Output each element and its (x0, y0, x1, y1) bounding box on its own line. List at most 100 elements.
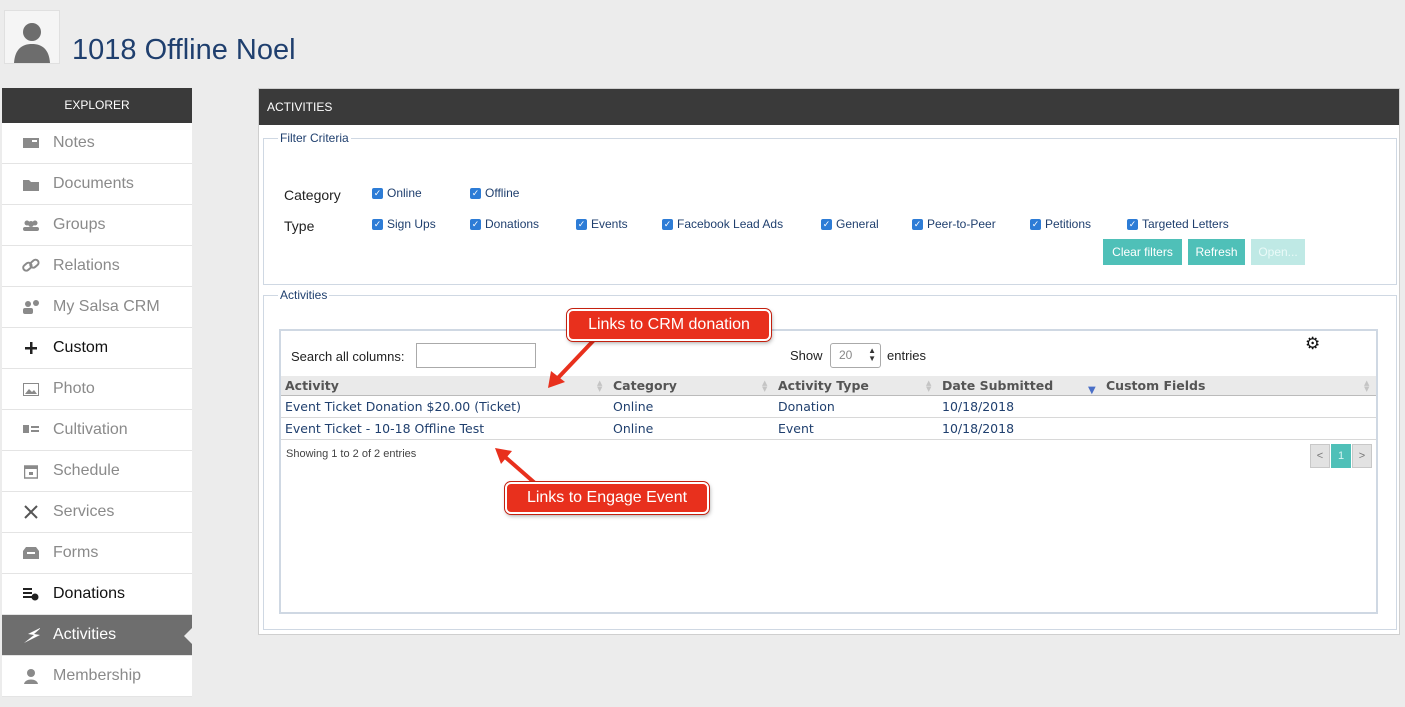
sidebar-item-relations[interactable]: Relations (2, 246, 192, 287)
pager-next-button[interactable]: > (1352, 444, 1372, 468)
search-label: Search all columns: (291, 349, 405, 364)
checkbox-offline[interactable]: ✓ Offline (470, 186, 519, 200)
sidebar-item-label: Activities (53, 626, 117, 643)
checkbox-petitions[interactable]: ✓ Petitions (1030, 217, 1091, 231)
clear-filters-button[interactable]: Clear filters (1103, 239, 1182, 265)
filter-criteria: Filter Criteria Category Type ✓ Online ✓ O… (263, 131, 1397, 285)
check-icon: ✓ (912, 218, 923, 230)
groups-icon (22, 216, 40, 234)
open-button[interactable]: Open... (1251, 239, 1305, 265)
check-icon: ✓ (372, 218, 383, 230)
cell-activity-type: Event (778, 421, 814, 436)
activity-link[interactable]: Event Ticket - 10-18 Offline Test (281, 418, 484, 440)
search-input[interactable] (416, 343, 536, 368)
cell-date-submitted: 10/18/2018 (942, 399, 1015, 414)
page-size-value: 20 (839, 348, 853, 362)
column-activity-type[interactable]: Activity Type ▲ ▼ (774, 376, 938, 396)
sidebar-item-documents[interactable]: Documents (2, 164, 192, 205)
plus-icon (22, 339, 40, 357)
checkbox-peer-to-peer[interactable]: ✓ Peer-to-Peer (912, 217, 996, 231)
type-label: Type (284, 218, 315, 234)
column-date-submitted[interactable]: Date Submitted ▼ (938, 376, 1102, 396)
check-icon: ✓ (1030, 218, 1041, 230)
sidebar-item-forms[interactable]: Forms (2, 533, 192, 574)
sidebar-item-donations[interactable]: Donations (2, 574, 192, 615)
checkbox-targeted-letters[interactable]: ✓ Targeted Letters (1127, 217, 1229, 231)
cell-custom-fields (1102, 418, 1106, 440)
activities-table-wrapper: Search all columns: Show 20 ▲ ▼ entries ⚙… (279, 329, 1378, 614)
activities-legend: Activities (280, 288, 328, 302)
sidebar-item-label: Custom (53, 339, 109, 356)
sidebar-item-label: Schedule (53, 462, 120, 479)
sort-icon: ▲ ▼ (597, 379, 603, 393)
checkbox-facebook-lead-ads[interactable]: ✓ Facebook Lead Ads (662, 217, 783, 231)
callout-engage-event: Links to Engage Event (505, 482, 709, 514)
entries-label: entries (887, 348, 927, 363)
sidebar-item-activities[interactable]: Activities (2, 615, 193, 656)
check-icon: ✓ (576, 218, 587, 230)
table-row: Event Ticket Donation $20.00 (Ticket) On… (281, 396, 1376, 418)
filter-legend: Filter Criteria (280, 131, 349, 145)
sidebar-item-label: Donations (53, 585, 126, 602)
check-icon: ✓ (470, 187, 481, 199)
cell-category: Online (613, 421, 654, 436)
photo-icon (22, 380, 40, 398)
sidebar-item-schedule[interactable]: Schedule (2, 451, 192, 492)
gear-icon[interactable]: ⚙ (1305, 334, 1320, 354)
lightning-icon (22, 626, 40, 644)
checkbox-sign-ups[interactable]: ✓ Sign Ups (372, 217, 436, 231)
sidebar-item-label: Documents (53, 175, 134, 192)
sidebar-item-photo[interactable]: Photo (2, 369, 192, 410)
table-row: Event Ticket - 10-18 Offline Test Online… (281, 418, 1376, 440)
activity-link[interactable]: Event Ticket Donation $20.00 (Ticket) (281, 396, 521, 418)
sidebar-item-label: Forms (53, 544, 99, 561)
sidebar-item-my-salsa-crm[interactable]: My Salsa CRM (2, 287, 192, 328)
check-icon: ✓ (821, 218, 832, 230)
column-category[interactable]: Category ▲ ▼ (609, 376, 774, 396)
sidebar-item-label: Notes (53, 134, 95, 151)
sidebar-item-custom[interactable]: Custom (2, 328, 192, 369)
refresh-button[interactable]: Refresh (1188, 239, 1245, 265)
crm-icon (22, 298, 40, 316)
member-icon (22, 667, 40, 685)
column-custom-fields[interactable]: Custom Fields ▲ ▼ (1102, 376, 1376, 396)
cell-category: Online (613, 399, 654, 414)
pager-prev-button[interactable]: < (1310, 444, 1330, 468)
sort-icon: ▲ ▼ (762, 379, 768, 393)
check-icon: ✓ (1127, 218, 1138, 230)
user-silhouette-icon (14, 23, 50, 63)
sidebar-item-label: Relations (53, 257, 120, 274)
cell-activity-type: Donation (778, 399, 835, 414)
checkbox-general[interactable]: ✓ General (821, 217, 879, 231)
checkbox-online[interactable]: ✓ Online (372, 186, 422, 200)
page-title: 1018 Offline Noel (72, 34, 296, 66)
sidebar-item-groups[interactable]: Groups (2, 205, 192, 246)
coins-icon (22, 585, 40, 603)
pager-page-button[interactable]: 1 (1331, 444, 1351, 468)
sidebar-item-label: My Salsa CRM (53, 298, 160, 315)
sidebar-item-services[interactable]: Services (2, 492, 192, 533)
check-icon: ✓ (372, 187, 383, 199)
tools-icon (22, 503, 40, 521)
cell-custom-fields (1102, 396, 1106, 418)
select-arrows-icon: ▲ ▼ (868, 346, 876, 363)
table-info: Showing 1 to 2 of 2 entries (286, 448, 417, 460)
sidebar-header: EXPLORER (2, 88, 192, 123)
page-size-select[interactable]: 20 ▲ ▼ (830, 343, 881, 368)
sidebar-item-membership[interactable]: Membership (2, 656, 192, 697)
activities-panel: ACTIVITIES Filter Criteria Category Type… (258, 88, 1400, 635)
folder-icon (22, 175, 40, 193)
notes-icon (22, 134, 40, 152)
sidebar-item-label: Cultivation (53, 421, 128, 438)
sidebar-item-cultivation[interactable]: Cultivation (2, 410, 192, 451)
sort-icon: ▲ ▼ (1364, 379, 1370, 393)
calendar-icon (22, 462, 40, 480)
cell-date-submitted: 10/18/2018 (942, 421, 1015, 436)
sidebar-item-notes[interactable]: Notes (2, 123, 192, 164)
table-header: Activity ▲ ▼ Category ▲ ▼ Activity Type ▲ ▼ Da… (281, 376, 1376, 396)
check-icon: ✓ (470, 218, 481, 230)
avatar (4, 10, 60, 64)
checkbox-donations[interactable]: ✓ Donations (470, 217, 539, 231)
column-activity[interactable]: Activity ▲ ▼ (281, 376, 609, 396)
checkbox-events[interactable]: ✓ Events (576, 217, 628, 231)
